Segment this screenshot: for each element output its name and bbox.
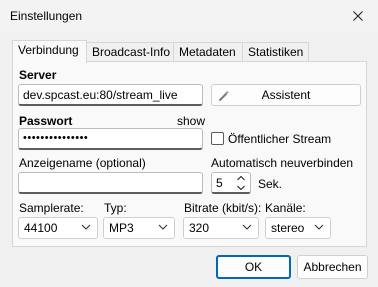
close-icon: [353, 11, 363, 21]
tab-verbindung[interactable]: Verbindung: [12, 40, 87, 63]
bitrate-select[interactable]: 320: [183, 217, 259, 239]
chevron-down-icon: [158, 224, 168, 230]
type-label: Typ:: [104, 201, 127, 215]
password-input[interactable]: •••••••••••••••: [18, 128, 203, 150]
password-label: Passwort: [19, 114, 73, 128]
type-select[interactable]: MP3: [103, 217, 175, 239]
wand-icon: [219, 90, 230, 101]
tab-metadaten[interactable]: Metadaten: [173, 42, 243, 62]
show-password-link[interactable]: show: [177, 114, 205, 128]
public-stream-label: Öffentlicher Stream: [228, 132, 332, 146]
reconnect-unit: Sek.: [258, 177, 283, 191]
public-stream-checkbox[interactable]: [211, 132, 224, 145]
assistant-button[interactable]: Assistent: [211, 84, 361, 106]
title-bar: Einstellungen: [0, 0, 378, 32]
window-title: Einstellungen: [10, 9, 83, 23]
display-name-input[interactable]: [18, 172, 203, 194]
chevron-down-icon: [242, 224, 252, 230]
channels-label: Kanäle:: [265, 201, 306, 215]
spin-arrows-icon[interactable]: [236, 174, 246, 192]
samplerate-select[interactable]: 44100: [18, 217, 98, 239]
close-button[interactable]: [346, 4, 370, 28]
server-label: Server: [19, 68, 57, 82]
auto-reconnect-label: Automatisch neuverbinden: [211, 156, 354, 170]
bitrate-label: Bitrate (kbit/s):: [184, 201, 262, 215]
reconnect-value: 5: [216, 176, 223, 190]
display-name-label: Anzeigename (optional): [19, 156, 146, 170]
server-input[interactable]: dev.spcast.eu:80/stream_live: [18, 84, 203, 106]
cancel-button[interactable]: Abbrechen: [297, 255, 368, 279]
tab-statistiken[interactable]: Statistiken: [242, 42, 309, 62]
channels-value: stereo: [271, 221, 305, 235]
tab-broadcast-info[interactable]: Broadcast-Info: [86, 42, 174, 62]
assistant-label: Assistent: [261, 88, 311, 102]
bitrate-value: 320: [189, 221, 210, 235]
samplerate-label: Samplerate:: [19, 201, 84, 215]
chevron-down-icon: [81, 224, 91, 230]
chevron-down-icon: [314, 224, 324, 230]
type-value: MP3: [109, 221, 134, 235]
channels-select[interactable]: stereo: [265, 217, 331, 239]
ok-button[interactable]: OK: [216, 255, 291, 279]
samplerate-value: 44100: [24, 221, 58, 235]
